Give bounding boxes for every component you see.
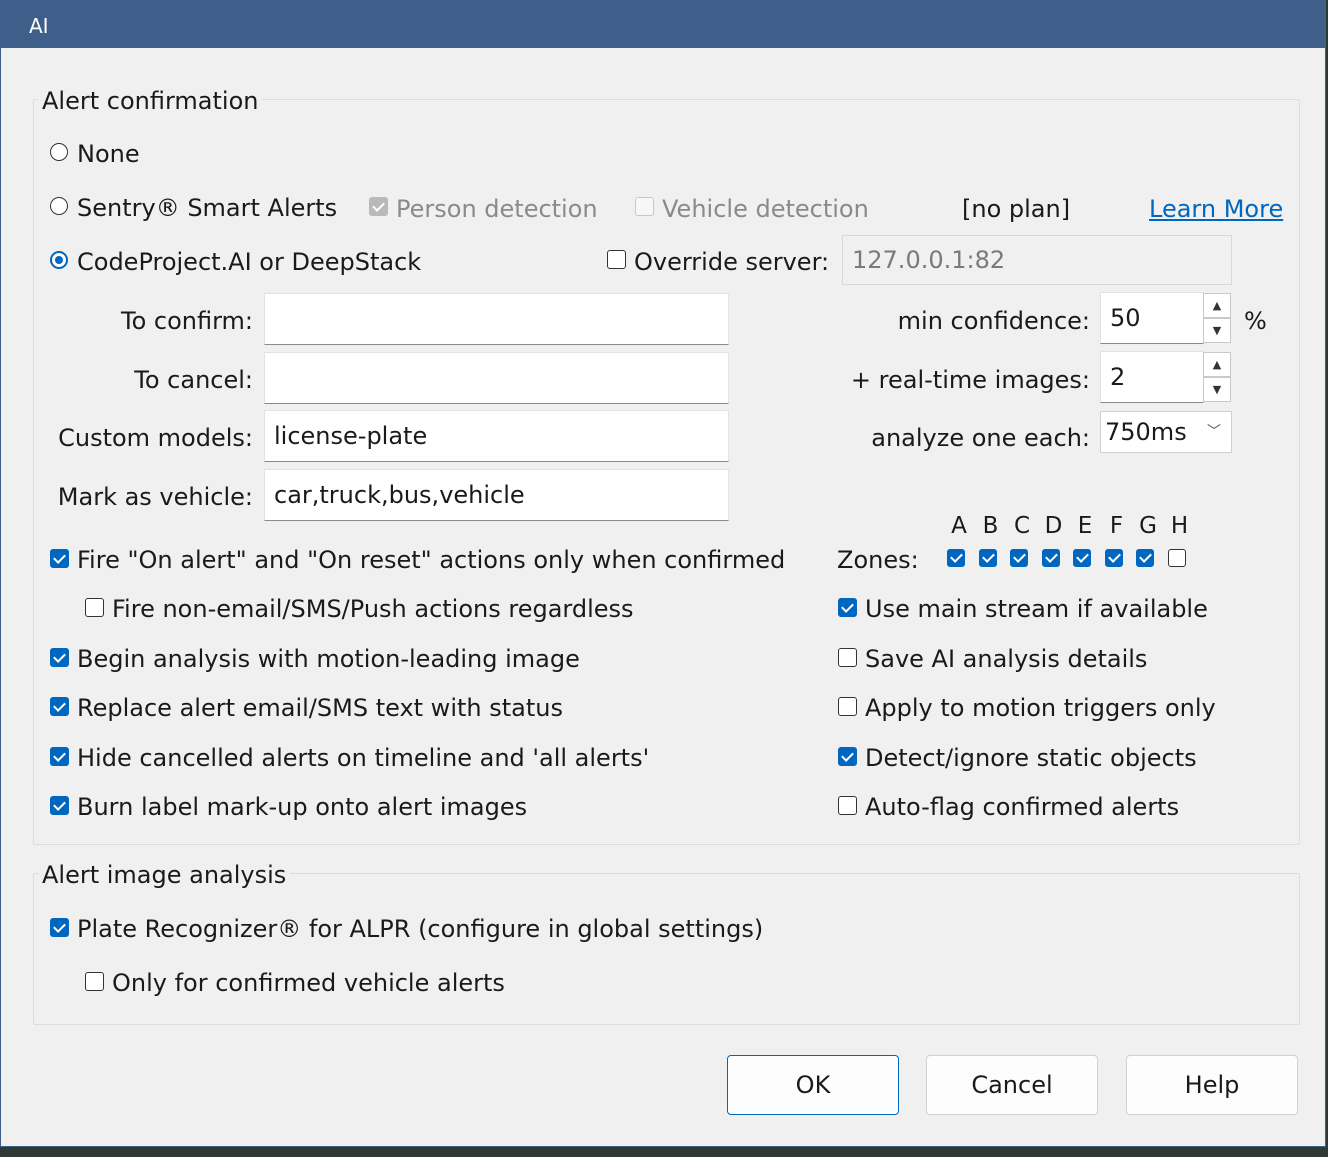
override-server-label[interactable]: Override server: [634, 247, 829, 277]
zone-checkbox[interactable] [1010, 549, 1028, 567]
to-confirm-input[interactable] [264, 293, 729, 345]
analyze-each-label: analyze one each: [871, 424, 1090, 452]
alert-image-analysis-label: Alert image analysis [38, 860, 291, 890]
option-checkbox[interactable] [50, 697, 69, 716]
to-cancel-input[interactable] [264, 352, 729, 404]
option-label[interactable]: Auto-flag confirmed alerts [865, 792, 1179, 822]
option-checkbox[interactable] [838, 697, 857, 716]
zone-checkbox[interactable] [1104, 549, 1123, 567]
min-confidence-up-icon[interactable]: ▲ [1203, 293, 1231, 318]
option-checkbox[interactable] [838, 648, 857, 667]
person-detection-checkbox[interactable] [369, 197, 388, 216]
override-server-checkbox[interactable] [607, 250, 626, 269]
zone-letter: B [982, 513, 999, 539]
min-confidence-down-icon[interactable]: ▼ [1203, 318, 1231, 343]
option-label[interactable]: Burn label mark-up onto alert images [77, 792, 527, 822]
learn-more-link[interactable]: Learn More [1149, 194, 1283, 224]
option-label[interactable]: Fire "On alert" and "On reset" actions o… [77, 545, 785, 575]
custom-models-label: Custom models: [58, 424, 253, 452]
option-checkbox[interactable] [50, 747, 69, 766]
zone-checkbox[interactable] [1167, 549, 1186, 567]
zone-checkbox[interactable] [1041, 549, 1060, 567]
title-bar[interactable]: AI [1, 1, 1325, 48]
option-checkbox[interactable] [50, 549, 69, 568]
chevron-down-icon: ﹀ [1207, 424, 1221, 440]
plate-recognizer-checkbox[interactable] [50, 918, 69, 937]
vehicle-detection-label[interactable]: Vehicle detection [662, 194, 869, 224]
min-confidence-input[interactable] [1100, 292, 1204, 344]
zone-letter: G [1139, 513, 1157, 539]
option-label[interactable]: Use main stream if available [865, 594, 1208, 624]
option-label[interactable]: Replace alert email/SMS text with status [77, 693, 563, 723]
zone-letter: H [1170, 513, 1189, 539]
zone-letter: F [1109, 513, 1124, 539]
plan-status: [no plan] [962, 195, 1071, 223]
ai-dialog: AI Alert confirmation None Sentry® Smart… [0, 0, 1326, 1147]
zone-letter: E [1077, 513, 1093, 539]
alert-image-analysis-group [33, 873, 1300, 1025]
radio-sentry-label[interactable]: Sentry® Smart Alerts [77, 193, 337, 223]
plate-recognizer-label[interactable]: Plate Recognizer® for ALPR (configure in… [77, 914, 763, 944]
min-confidence-label: min confidence: [897, 307, 1090, 335]
alert-confirmation-label: Alert confirmation [38, 86, 263, 116]
analyze-each-select[interactable]: 750ms ﹀ [1100, 411, 1232, 453]
option-label[interactable]: Begin analysis with motion-leading image [77, 644, 580, 674]
only-confirmed-checkbox[interactable] [85, 972, 104, 991]
option-label[interactable]: Save AI analysis details [865, 644, 1147, 674]
person-detection-label[interactable]: Person detection [396, 194, 598, 224]
option-label[interactable]: Detect/ignore static objects [865, 743, 1197, 773]
option-checkbox[interactable] [85, 598, 104, 617]
percent-label: % [1244, 307, 1267, 335]
zone-checkbox[interactable] [978, 549, 997, 567]
option-checkbox[interactable] [50, 796, 69, 815]
option-label[interactable]: Hide cancelled alerts on timeline and 'a… [77, 743, 649, 773]
realtime-images-down-icon[interactable]: ▼ [1203, 377, 1231, 402]
realtime-images-label: + real-time images: [850, 366, 1090, 394]
option-checkbox[interactable] [838, 747, 857, 766]
radio-none[interactable] [50, 143, 68, 161]
only-confirmed-label[interactable]: Only for confirmed vehicle alerts [112, 968, 505, 998]
zone-checkbox[interactable] [1136, 549, 1154, 567]
cancel-button[interactable]: Cancel [926, 1055, 1098, 1115]
option-checkbox[interactable] [838, 796, 857, 815]
zone-checkbox[interactable] [1073, 549, 1091, 567]
option-checkbox[interactable] [50, 648, 69, 667]
to-confirm-label: To confirm: [120, 307, 253, 335]
zone-checkbox[interactable] [947, 549, 965, 567]
to-cancel-label: To cancel: [134, 366, 253, 394]
ok-button[interactable]: OK [727, 1055, 899, 1115]
zone-letter: D [1044, 513, 1063, 539]
option-label[interactable]: Fire non-email/SMS/Push actions regardle… [112, 594, 634, 624]
radio-codeproject[interactable] [50, 251, 68, 269]
realtime-images-up-icon[interactable]: ▲ [1203, 352, 1231, 377]
radio-codeproject-label[interactable]: CodeProject.AI or DeepStack [77, 247, 421, 277]
custom-models-input[interactable] [264, 410, 729, 462]
radio-sentry[interactable] [50, 197, 68, 215]
override-server-input[interactable] [842, 235, 1232, 285]
analyze-each-value: 750ms [1105, 418, 1187, 446]
option-label[interactable]: Apply to motion triggers only [865, 693, 1216, 723]
zones-row: ABCDEFGH [945, 513, 1195, 573]
zone-letter: A [951, 513, 967, 539]
window-title: AI [29, 14, 49, 38]
option-checkbox[interactable] [838, 598, 857, 617]
zone-letter: C [1013, 513, 1031, 539]
zones-label: Zones: [837, 546, 919, 574]
mark-vehicle-label: Mark as vehicle: [57, 483, 253, 511]
help-button[interactable]: Help [1126, 1055, 1298, 1115]
mark-vehicle-input[interactable] [264, 469, 729, 521]
radio-none-label[interactable]: None [77, 139, 140, 169]
vehicle-detection-checkbox[interactable] [635, 197, 654, 216]
realtime-images-input[interactable] [1100, 351, 1204, 403]
